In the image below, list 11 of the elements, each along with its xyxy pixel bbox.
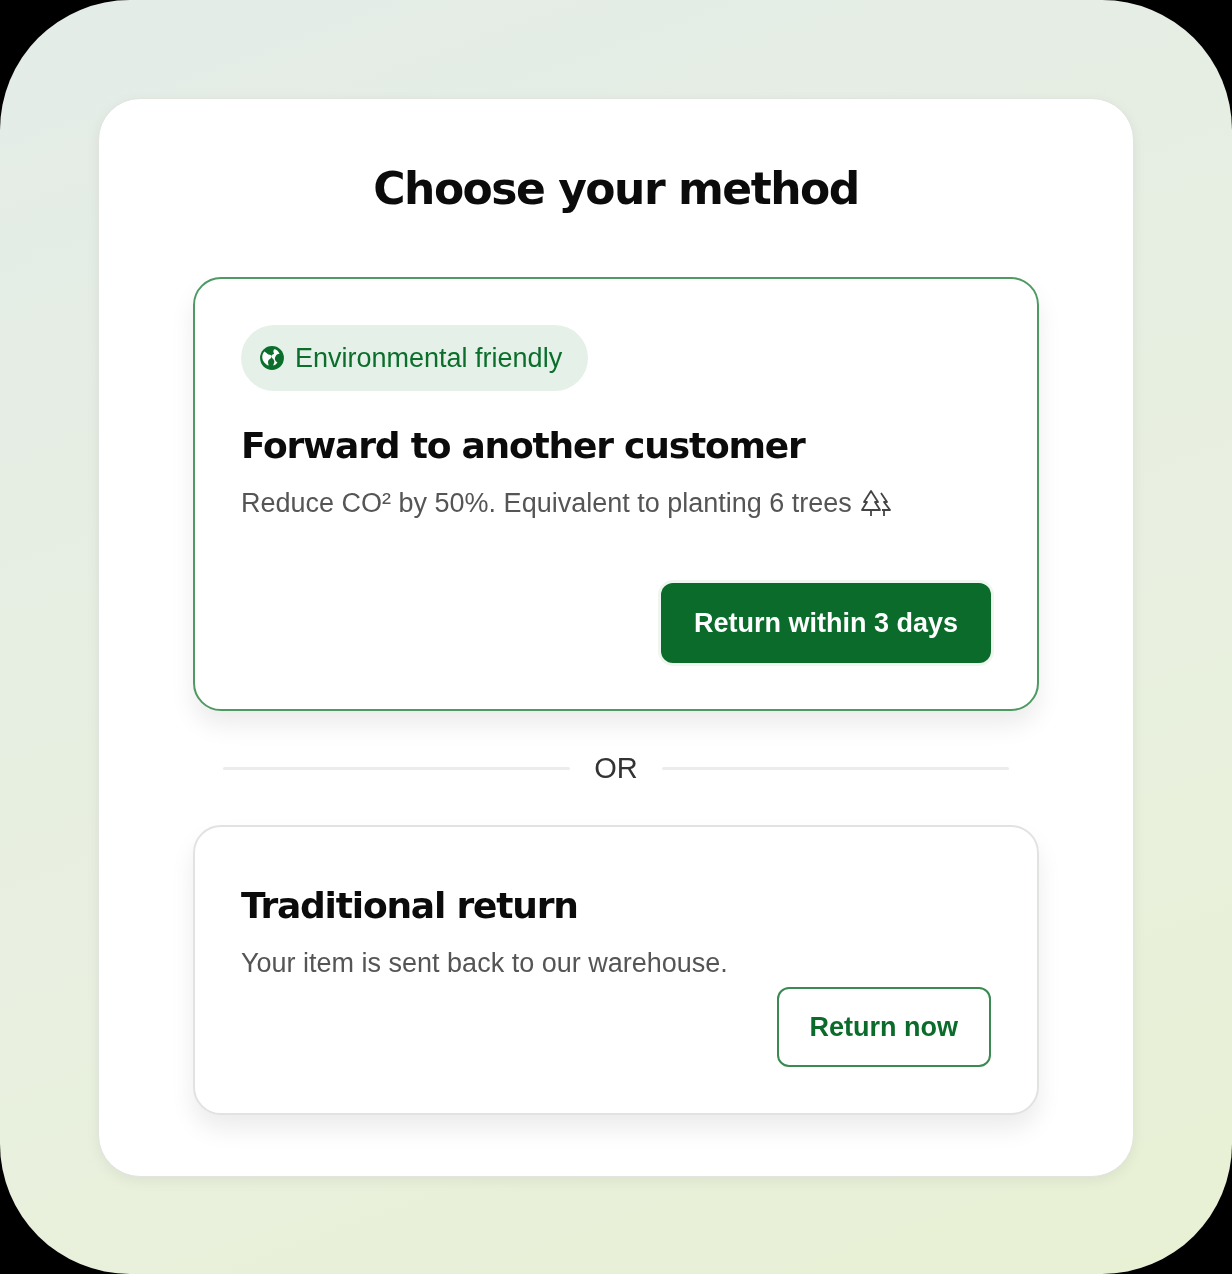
option-description: Reduce CO² by 50%. Equivalent to planting 6 trees bbox=[241, 487, 852, 520]
badge-label: Environmental friendly bbox=[295, 342, 563, 374]
globe-icon bbox=[259, 345, 285, 371]
option-heading: Forward to another customer bbox=[241, 424, 807, 468]
return-button[interactable]: Return within 3 days bbox=[660, 583, 991, 663]
trees-icon bbox=[859, 489, 892, 517]
page-title: Choose your method bbox=[373, 162, 859, 216]
separator-label: OR bbox=[594, 751, 638, 785]
return-button[interactable]: Return now bbox=[776, 987, 991, 1067]
option-heading: Traditional return bbox=[241, 884, 579, 928]
option-description: Your item is sent back to our warehouse. bbox=[241, 947, 728, 980]
